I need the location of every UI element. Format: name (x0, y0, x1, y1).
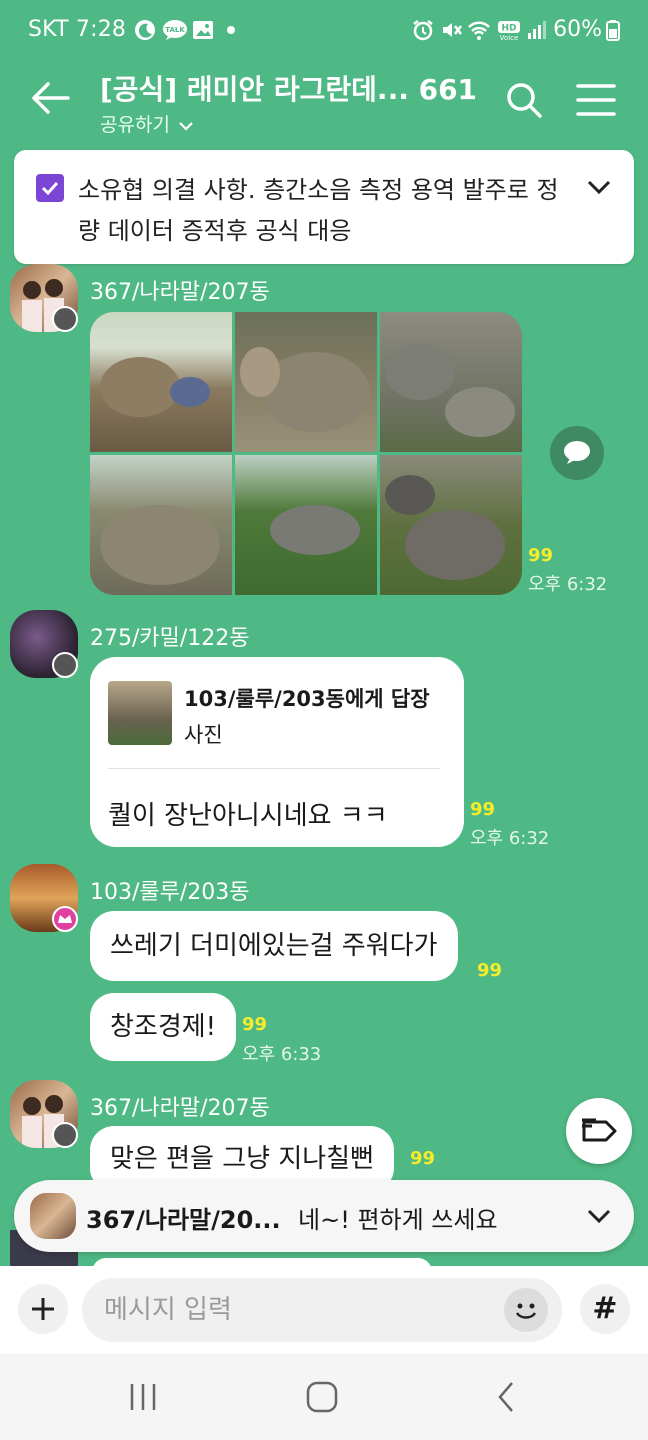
photo-thumbnail[interactable] (90, 455, 232, 595)
photo-grid[interactable] (90, 312, 522, 595)
emoji-icon[interactable] (504, 1288, 548, 1332)
chat-header: [공식] 래미안 라그란데... 661 공유하기 (0, 62, 648, 148)
chevron-down-icon (179, 121, 193, 131)
moon-icon (135, 20, 155, 40)
share-dropdown[interactable]: 공유하기 (100, 110, 194, 137)
unread-count: 99 (528, 545, 554, 566)
search-icon[interactable] (502, 78, 546, 122)
signal-icon (528, 21, 546, 39)
crown-icon (52, 906, 78, 932)
sender-name: 367/나라말/207동 (90, 1096, 270, 1121)
input-area: # (0, 1266, 648, 1354)
photo-thumbnail[interactable] (235, 312, 377, 452)
status-bar: SKT 7:28 TALK HD Voice 60% (0, 0, 648, 62)
divider (108, 768, 440, 769)
tag-scroll-button[interactable] (566, 1098, 632, 1164)
talk-icon: TALK (163, 20, 187, 40)
hd-voice-icon: HDVoice (498, 21, 520, 41)
unread-count: 99 (470, 799, 496, 820)
photo-thumbnail[interactable] (380, 312, 522, 452)
reply-sub-label: 사진 (184, 723, 223, 747)
photo-thumbnail[interactable] (90, 312, 232, 452)
badge-icon (52, 1122, 78, 1148)
recent-apps-icon[interactable] (126, 1380, 160, 1414)
notice-text: 소유협 의결 사항. 층간소음 측정 용역 발주로 정량 데이터 증적후 공식 … (78, 176, 559, 245)
image-icon (193, 21, 213, 39)
plus-icon[interactable] (18, 1284, 68, 1334)
photo-thumbnail[interactable] (235, 455, 377, 595)
timestamp: 오후 6:32 (528, 574, 608, 595)
chat-title[interactable]: [공식] 래미안 라그란데... 661 (100, 68, 477, 108)
system-nav-bar (0, 1354, 648, 1440)
checkbox-icon (36, 174, 64, 202)
battery-percent: 60% (553, 17, 602, 42)
menu-icon[interactable] (574, 80, 618, 120)
svg-text:TALK: TALK (165, 26, 185, 34)
photo-thumbnail[interactable] (380, 455, 522, 595)
unread-count: 99 (477, 960, 503, 981)
pinned-notice[interactable]: 소유협 의결 사항. 층간소음 측정 용역 발주로 정량 데이터 증적후 공식 … (14, 150, 634, 264)
alarm-icon (413, 20, 433, 41)
sender-name: 275/카밀/122동 (90, 626, 250, 651)
preview-text: 네~! 편하게 쓰세요 (298, 1206, 498, 1234)
timestamp: 오후 6:33 (242, 1044, 322, 1065)
sender-name: 367/나라말/207동 (90, 280, 270, 305)
unread-count: 99 (410, 1148, 436, 1169)
wifi-icon (468, 21, 490, 40)
chevron-down-icon[interactable] (584, 1202, 614, 1230)
preview-sender: 367/나라말/20... (86, 1206, 281, 1234)
avatar (30, 1193, 76, 1239)
chevron-down-icon[interactable] (584, 174, 614, 200)
svg-text:HD: HD (501, 24, 516, 34)
mute-icon (443, 23, 462, 37)
message-bubble[interactable]: 쓰레기 더미에있는걸 주워다가 (90, 911, 458, 981)
back-arrow-icon[interactable] (26, 78, 74, 118)
share-icon[interactable] (550, 426, 604, 480)
dot-icon (227, 26, 235, 34)
message-input[interactable] (82, 1278, 562, 1342)
unread-count: 99 (242, 1014, 268, 1035)
message-text: 퀄이 장난아니시네요 ㅋㅋ (108, 801, 388, 831)
reply-to-label: 103/룰루/203동에게 답장 (184, 687, 430, 711)
hashtag-button[interactable]: # (580, 1284, 630, 1334)
home-icon[interactable] (304, 1380, 340, 1414)
reply-thumbnail (108, 681, 172, 745)
battery-icon (606, 20, 620, 41)
timestamp: 오후 6:32 (470, 828, 550, 849)
badge-icon (52, 652, 78, 678)
nav-back-icon[interactable] (492, 1380, 520, 1414)
share-label: 공유하기 (100, 114, 170, 136)
status-time: SKT 7:28 (28, 17, 127, 42)
message-bubble[interactable]: 창조경제! (90, 993, 237, 1061)
reply-message-bubble[interactable]: 103/룰루/203동에게 답장 사진 퀄이 장난아니시네요 ㅋㅋ (90, 657, 464, 847)
latest-message-preview[interactable]: 367/나라말/20... 네~! 편하게 쓰세요 (14, 1180, 634, 1252)
sender-name: 103/룰루/203동 (90, 880, 250, 905)
badge-icon (52, 306, 78, 332)
svg-text:Voice: Voice (500, 34, 519, 41)
